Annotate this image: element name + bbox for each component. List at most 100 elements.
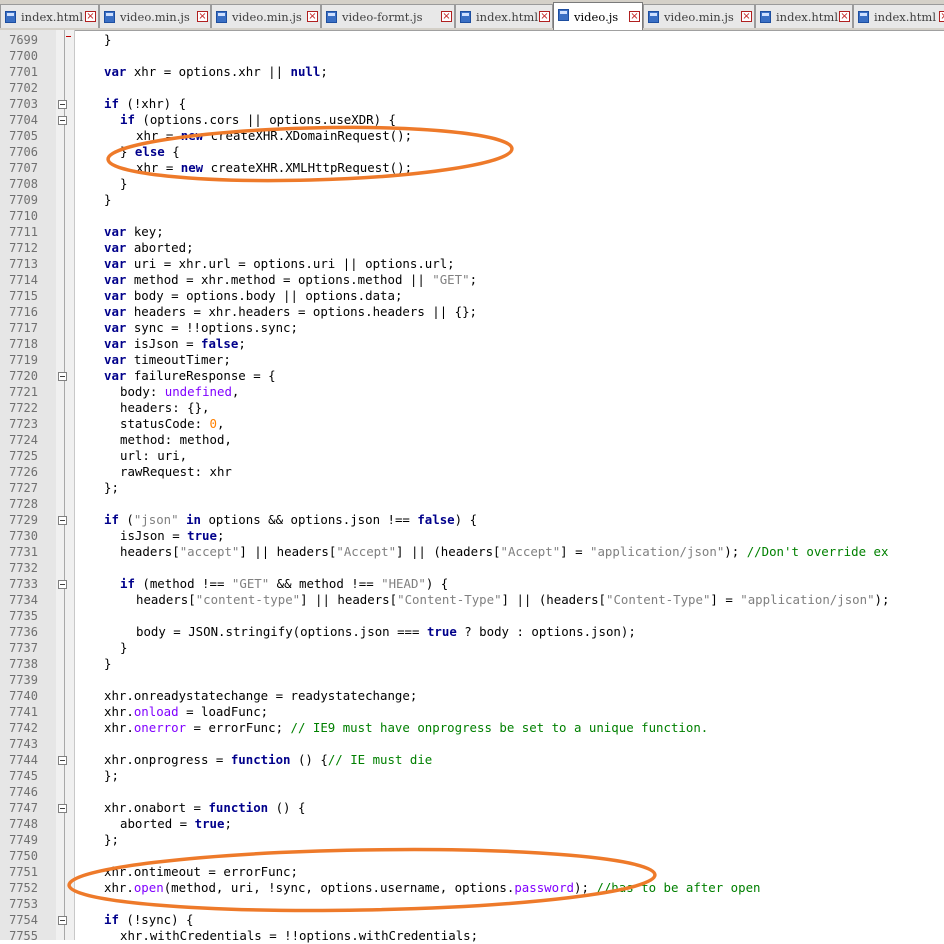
code-line[interactable]: 7734 headers["content-type"] || headers["… <box>0 592 944 608</box>
code-line[interactable]: 7729 if ("json" in options && options.jso… <box>0 512 944 528</box>
code-line[interactable]: 7752 xhr.open(method, uri, !sync, options… <box>0 880 944 896</box>
code-line[interactable]: 7738} <box>0 656 944 672</box>
code-line[interactable]: 7748 aborted = true; <box>0 816 944 832</box>
close-tab-icon[interactable]: × <box>441 11 452 22</box>
code-line[interactable]: 7736 body = JSON.stringify(options.json =… <box>0 624 944 640</box>
tab-9[interactable]: index.html× <box>853 4 944 28</box>
fold-toggle-icon[interactable] <box>58 804 67 813</box>
code-token: xhr.onreadystatechange = readystatechang… <box>104 688 418 703</box>
code-token: xhr = <box>136 160 181 175</box>
code-line[interactable]: 7726 rawRequest: xhr <box>0 464 944 480</box>
code-token: ] = <box>710 592 741 607</box>
code-editor[interactable]: 7699} 7700 7701 var xhr = options.xhr || nu… <box>0 32 944 944</box>
code-line[interactable]: 7724 method: method, <box>0 432 944 448</box>
code-line[interactable]: 7728 <box>0 496 944 512</box>
close-tab-icon[interactable]: × <box>197 11 208 22</box>
code-line[interactable]: 7714 var method = xhr.method = options.me… <box>0 272 944 288</box>
tab-5[interactable]: index.html × <box>455 4 553 28</box>
code-line[interactable]: 7745}; <box>0 768 944 784</box>
code-line[interactable]: 7746 <box>0 784 944 800</box>
code-line[interactable]: 7703 if (!xhr) { <box>0 96 944 112</box>
fold-toggle-icon[interactable] <box>58 756 67 765</box>
line-number: 7704 <box>9 113 38 127</box>
tab-4[interactable]: video-formt.js × <box>321 4 455 28</box>
code-line[interactable]: 7740 xhr.onreadystatechange = readystatec… <box>0 688 944 704</box>
code-token: } <box>120 640 128 655</box>
code-line[interactable]: 7710 <box>0 208 944 224</box>
code-line[interactable]: 7731 headers["accept"] || headers["Accept… <box>0 544 944 560</box>
code-line[interactable]: 7715 var body = options.body || options.d… <box>0 288 944 304</box>
code-line[interactable]: 7730 isJson = true; <box>0 528 944 544</box>
code-line[interactable]: 7727}; <box>0 480 944 496</box>
code-text: var failureResponse = { <box>104 368 276 384</box>
fold-toggle-icon[interactable] <box>58 372 67 381</box>
code-line[interactable]: 7717 var sync = !!options.sync; <box>0 320 944 336</box>
tab-8[interactable]: index.html × <box>755 4 853 28</box>
code-line[interactable]: 7706} else { <box>0 144 944 160</box>
code-line[interactable]: 7712 var aborted; <box>0 240 944 256</box>
code-line[interactable]: 7700 <box>0 48 944 64</box>
fold-toggle-icon[interactable] <box>58 116 67 125</box>
code-line[interactable]: 7708} <box>0 176 944 192</box>
code-line[interactable]: 7744 xhr.onprogress = function () {// IE … <box>0 752 944 768</box>
code-line[interactable]: 7742 xhr.onerror = errorFunc; // IE9 must… <box>0 720 944 736</box>
code-line[interactable]: 7733 if (method !== "GET" && method !== "… <box>0 576 944 592</box>
code-line[interactable]: 7721 body: undefined, <box>0 384 944 400</box>
code-line[interactable]: 7735 <box>0 608 944 624</box>
code-line[interactable]: 7743 <box>0 736 944 752</box>
code-line[interactable]: 7713 var uri = xhr.url = options.uri || o… <box>0 256 944 272</box>
code-line[interactable]: 7747 xhr.onabort = function () { <box>0 800 944 816</box>
tab-2[interactable]: video.min.js × <box>99 4 211 28</box>
code-line[interactable]: 7709} <box>0 192 944 208</box>
code-token: password <box>514 880 574 895</box>
close-tab-icon[interactable]: × <box>939 11 944 22</box>
close-tab-icon[interactable]: × <box>307 11 318 22</box>
close-tab-icon[interactable]: × <box>85 11 96 22</box>
close-tab-icon[interactable]: × <box>629 11 640 22</box>
code-line[interactable]: 7699} <box>0 32 944 48</box>
code-line[interactable]: 7739 <box>0 672 944 688</box>
code-line[interactable]: 7750 <box>0 848 944 864</box>
code-token: , <box>217 416 225 431</box>
code-line[interactable]: 7702 <box>0 80 944 96</box>
close-tab-icon[interactable]: × <box>539 11 550 22</box>
code-line[interactable]: 7749}; <box>0 832 944 848</box>
code-line[interactable]: 7718 var isJson = false; <box>0 336 944 352</box>
code-line[interactable]: 7707 xhr = new createXHR.XMLHttpRequest()… <box>0 160 944 176</box>
code-line[interactable]: 7705 xhr = new createXHR.XDomainRequest()… <box>0 128 944 144</box>
fold-toggle-icon[interactable] <box>58 100 67 109</box>
fold-toggle-icon[interactable] <box>58 580 67 589</box>
code-line[interactable]: 7755 xhr.withCredentials = !!options.with… <box>0 928 944 944</box>
code-line[interactable]: 7722 headers: {}, <box>0 400 944 416</box>
code-line[interactable]: 7725 url: uri, <box>0 448 944 464</box>
tab-1[interactable]: index.html × <box>0 4 99 28</box>
code-line[interactable]: 7723 statusCode: 0, <box>0 416 944 432</box>
code-token: xhr = <box>136 128 181 143</box>
tab-7[interactable]: video.min.js × <box>643 4 755 28</box>
tab-3[interactable]: video.min.js × <box>211 4 321 28</box>
fold-toggle-icon[interactable] <box>58 916 67 925</box>
code-line[interactable]: 7741 xhr.onload = loadFunc; <box>0 704 944 720</box>
code-line[interactable]: 7720 var failureResponse = { <box>0 368 944 384</box>
code-line[interactable]: 7751 xhr.ontimeout = errorFunc; <box>0 864 944 880</box>
code-line[interactable]: 7737} <box>0 640 944 656</box>
close-tab-icon[interactable]: × <box>839 11 850 22</box>
code-line[interactable]: 7704 if (options.cors || options.useXDR) … <box>0 112 944 128</box>
code-text: } <box>104 32 111 48</box>
code-token: xhr. <box>104 720 134 735</box>
code-text: var isJson = false; <box>104 336 246 352</box>
code-line[interactable]: 7716 var headers = xhr.headers = options.… <box>0 304 944 320</box>
line-number: 7713 <box>9 257 38 271</box>
code-line[interactable]: 7754 if (!sync) { <box>0 912 944 928</box>
code-line[interactable]: 7701 var xhr = options.xhr || null; <box>0 64 944 80</box>
tab-6[interactable]: video.js × <box>553 2 643 30</box>
code-line[interactable]: 7753 <box>0 896 944 912</box>
fold-toggle-icon[interactable] <box>58 516 67 525</box>
file-save-icon <box>460 11 471 23</box>
close-tab-icon[interactable]: × <box>741 11 752 22</box>
code-token: { <box>164 144 180 159</box>
code-line[interactable]: 7719 var timeoutTimer; <box>0 352 944 368</box>
code-line[interactable]: 7711 var key; <box>0 224 944 240</box>
code-line[interactable]: 7732 <box>0 560 944 576</box>
